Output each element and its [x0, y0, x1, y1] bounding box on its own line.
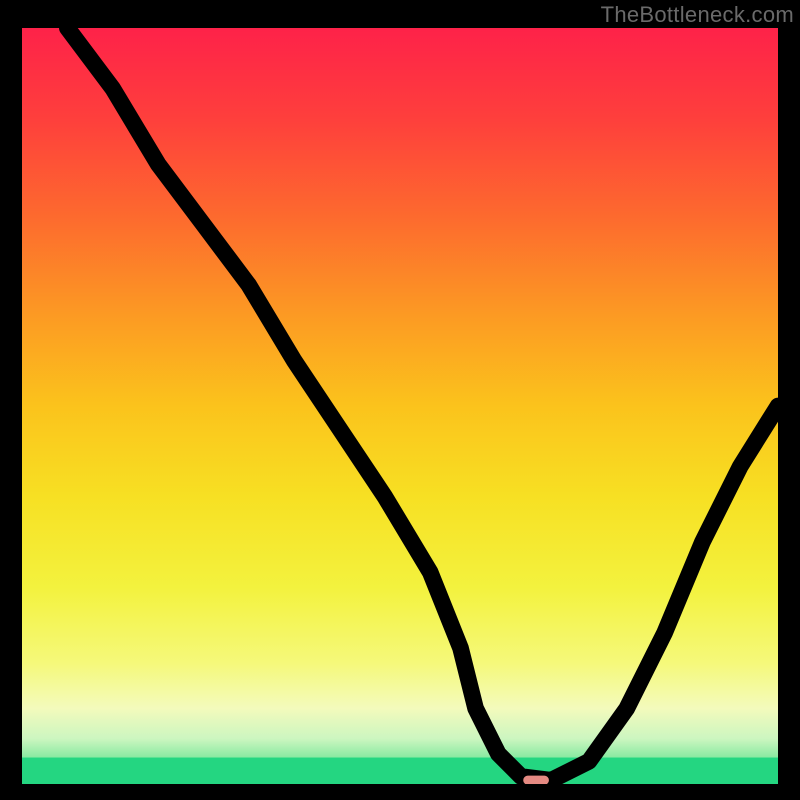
plot-svg [22, 28, 778, 784]
chart-frame: TheBottleneck.com [0, 0, 800, 800]
plot-area [22, 28, 778, 784]
green-band [22, 758, 778, 784]
optimal-marker [523, 776, 549, 784]
watermark-text: TheBottleneck.com [601, 2, 794, 28]
